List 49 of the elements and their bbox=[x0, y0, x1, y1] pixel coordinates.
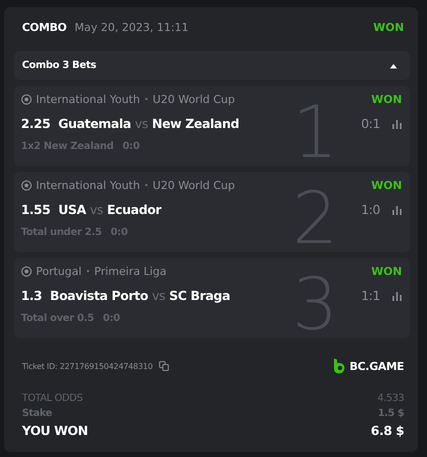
summary-label: YOU WON bbox=[22, 423, 88, 438]
bet-date: May 20, 2023, 11:11 bbox=[74, 21, 189, 34]
stats-icon[interactable] bbox=[392, 118, 402, 128]
tournament-name: Primeira Liga bbox=[94, 265, 167, 278]
tournament-name: U20 World Cup bbox=[152, 93, 235, 106]
bet-status: WON bbox=[371, 265, 402, 278]
separator-dot: • bbox=[144, 95, 149, 104]
versus-label: vs bbox=[90, 202, 104, 217]
away-team: New Zealand bbox=[152, 116, 239, 131]
caret-icon[interactable] bbox=[389, 62, 398, 68]
separator-dot: • bbox=[86, 267, 90, 276]
summary-value: 1.5 $ bbox=[378, 408, 404, 419]
match-score: 1:1 bbox=[361, 288, 380, 303]
bet-type: COMBO bbox=[22, 21, 67, 34]
away-team: SC Braga bbox=[169, 288, 230, 303]
bet-status: WON bbox=[371, 179, 402, 192]
bet-status: WON bbox=[373, 21, 404, 34]
home-team: Boavista Porto bbox=[50, 288, 148, 303]
ticket-id: Ticket ID: 2271769150424748310 bbox=[22, 362, 153, 370]
combo-bar[interactable]: Combo 3 Bets bbox=[14, 51, 410, 80]
summary-label: TOTAL ODDS bbox=[22, 393, 83, 404]
bet-odds: 2.25 bbox=[21, 116, 50, 131]
soccer-ball-icon bbox=[21, 94, 32, 105]
league-name: International Youth bbox=[36, 179, 140, 192]
brand-name: BC.GAME bbox=[349, 360, 404, 372]
bet-odds: 1.55 bbox=[21, 202, 50, 217]
match-score: 1:0 bbox=[361, 202, 380, 217]
separator-dot: • bbox=[144, 181, 149, 190]
combo-label: Combo 3 Bets bbox=[22, 60, 98, 71]
stats-icon[interactable] bbox=[392, 290, 402, 300]
bet-status: WON bbox=[371, 93, 402, 106]
tournament-name: U20 World Cup bbox=[152, 179, 235, 192]
soccer-ball-icon bbox=[21, 180, 32, 191]
versus-label: vs bbox=[152, 288, 166, 303]
home-team: USA bbox=[58, 202, 86, 217]
logo-icon bbox=[333, 358, 346, 374]
bet-odds: 1.3 bbox=[21, 288, 42, 303]
home-team: Guatemala bbox=[58, 116, 131, 131]
league-name: Portugal bbox=[36, 265, 82, 278]
summary-label: Stake bbox=[22, 408, 52, 419]
versus-label: vs bbox=[134, 116, 148, 131]
soccer-ball-icon bbox=[21, 266, 32, 277]
summary-value: 4.533 bbox=[377, 393, 404, 404]
away-team: Ecuador bbox=[107, 202, 162, 217]
league-name: International Youth bbox=[36, 93, 140, 106]
match-score: 0:1 bbox=[361, 116, 380, 131]
summary-value: 6.8 $ bbox=[370, 423, 404, 438]
stats-icon[interactable] bbox=[392, 204, 402, 214]
copy-icon[interactable] bbox=[158, 361, 169, 371]
